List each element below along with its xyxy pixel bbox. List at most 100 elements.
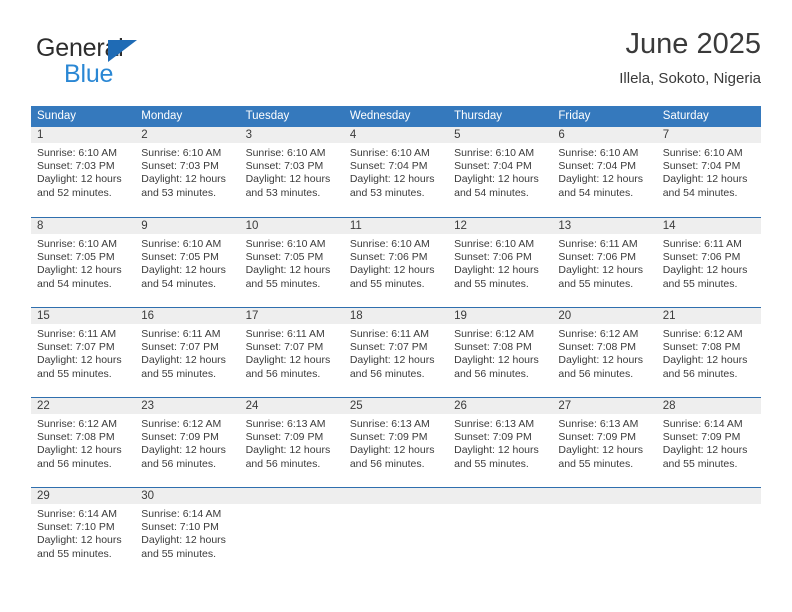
day-cell[interactable]: 15 Sunrise: 6:11 AM Sunset: 7:07 PM Dayl… <box>31 308 136 397</box>
sunset-text: Sunset: 7:09 PM <box>349 431 428 444</box>
sunset-text: Sunset: 7:08 PM <box>454 341 532 354</box>
day-cell[interactable]: 5 Sunrise: 6:10 AM Sunset: 7:04 PM Dayli… <box>448 127 553 217</box>
week-row: 22 Sunrise: 6:12 AM Sunset: 7:08 PM Dayl… <box>31 397 761 487</box>
day-details: Sunrise: 6:11 AM Sunset: 7:07 PM Dayligh… <box>135 324 239 381</box>
day-cell[interactable]: 12 Sunrise: 6:10 AM Sunset: 7:06 PM Dayl… <box>448 218 553 307</box>
daylight-text-line2: and 54 minutes. <box>558 186 634 199</box>
weekday-header-friday: Friday <box>558 110 591 122</box>
daylight-text-line2: and 55 minutes. <box>662 457 738 470</box>
sunrise-text: Sunrise: 6:13 AM <box>349 418 430 430</box>
day-number: 17 <box>239 308 344 324</box>
day-details: Sunrise: 6:14 AM Sunset: 7:10 PM Dayligh… <box>135 504 239 561</box>
day-number: 20 <box>552 308 657 324</box>
sunset-text: Sunset: 7:08 PM <box>558 341 637 354</box>
daylight-text-line1: Daylight: 12 hours <box>37 444 122 457</box>
day-details: Sunrise: 6:13 AM Sunset: 7:09 PM Dayligh… <box>344 414 448 471</box>
day-details: Sunrise: 6:10 AM Sunset: 7:06 PM Dayligh… <box>448 234 552 291</box>
calendar-table: Sunday Monday Tuesday Wednesday Thursday… <box>31 106 761 577</box>
daylight-text-line2: and 56 minutes. <box>662 367 738 380</box>
day-number: 14 <box>656 218 761 234</box>
day-cell[interactable]: 8 Sunrise: 6:10 AM Sunset: 7:05 PM Dayli… <box>31 218 136 307</box>
daylight-text-line1: Daylight: 12 hours <box>454 354 539 367</box>
day-number: 15 <box>31 308 136 324</box>
day-cell[interactable]: 27 Sunrise: 6:13 AM Sunset: 7:09 PM Dayl… <box>552 398 657 487</box>
sunset-text: Sunset: 7:06 PM <box>558 251 637 264</box>
logo-text-blue: Blue <box>64 60 114 88</box>
sunrise-text: Sunrise: 6:14 AM <box>662 418 743 430</box>
sunrise-text: Sunrise: 6:13 AM <box>454 418 535 430</box>
page-title: June 2025 <box>625 28 761 60</box>
sunset-text: Sunset: 7:07 PM <box>349 341 428 354</box>
day-cell[interactable]: 9 Sunrise: 6:10 AM Sunset: 7:05 PM Dayli… <box>135 218 240 307</box>
day-cell[interactable]: 13 Sunrise: 6:11 AM Sunset: 7:06 PM Dayl… <box>552 218 657 307</box>
generalblue-logo[interactable]: General Blue <box>36 34 206 90</box>
calendar-page: General Blue June 2025 Illela, Sokoto, N… <box>0 0 792 612</box>
weekday-header-row: Sunday Monday Tuesday Wednesday Thursday… <box>31 106 761 127</box>
day-number: 24 <box>239 398 344 414</box>
sunset-text: Sunset: 7:10 PM <box>37 521 115 534</box>
day-cell[interactable]: 23 Sunrise: 6:12 AM Sunset: 7:09 PM Dayl… <box>135 398 240 487</box>
sunset-text: Sunset: 7:04 PM <box>558 160 637 173</box>
day-cell[interactable]: 21 Sunrise: 6:12 AM Sunset: 7:08 PM Dayl… <box>656 308 761 397</box>
daylight-text-line2: and 54 minutes. <box>662 186 738 199</box>
day-cell[interactable]: 16 Sunrise: 6:11 AM Sunset: 7:07 PM Dayl… <box>135 308 240 397</box>
sunset-text: Sunset: 7:07 PM <box>245 341 324 354</box>
day-number: 7 <box>656 127 761 143</box>
day-cell[interactable]: 24 Sunrise: 6:13 AM Sunset: 7:09 PM Dayl… <box>239 398 344 487</box>
day-details: Sunrise: 6:12 AM Sunset: 7:09 PM Dayligh… <box>135 414 239 471</box>
day-cell[interactable]: 3 Sunrise: 6:10 AM Sunset: 7:03 PM Dayli… <box>239 127 344 217</box>
day-details: Sunrise: 6:10 AM Sunset: 7:04 PM Dayligh… <box>344 143 448 200</box>
daylight-text-line2: and 54 minutes. <box>454 186 529 199</box>
weekday-header-thursday: Thursday <box>454 110 503 122</box>
day-number: 19 <box>448 308 553 324</box>
sunrise-text: Sunrise: 6:10 AM <box>558 147 639 159</box>
day-cell[interactable]: 1 Sunrise: 6:10 AM Sunset: 7:03 PM Dayli… <box>31 127 136 217</box>
day-number <box>239 488 344 504</box>
day-number: 1 <box>31 127 136 143</box>
sunrise-text: Sunrise: 6:12 AM <box>37 418 117 430</box>
sunrise-text: Sunrise: 6:12 AM <box>454 328 535 340</box>
day-cell[interactable]: 4 Sunrise: 6:10 AM Sunset: 7:04 PM Dayli… <box>343 127 449 217</box>
day-details: Sunrise: 6:13 AM Sunset: 7:09 PM Dayligh… <box>552 414 656 471</box>
location-subtitle: Illela, Sokoto, Nigeria <box>619 70 761 87</box>
day-cell[interactable]: 28 Sunrise: 6:14 AM Sunset: 7:09 PM Dayl… <box>656 398 761 487</box>
day-number: 3 <box>239 127 344 143</box>
day-cell[interactable]: 19 Sunrise: 6:12 AM Sunset: 7:08 PM Dayl… <box>448 308 553 397</box>
day-number: 8 <box>31 218 136 234</box>
day-number: 18 <box>343 308 449 324</box>
day-details: Sunrise: 6:10 AM Sunset: 7:03 PM Dayligh… <box>240 143 344 200</box>
day-cell[interactable]: 18 Sunrise: 6:11 AM Sunset: 7:07 PM Dayl… <box>343 308 449 397</box>
day-cell[interactable]: 22 Sunrise: 6:12 AM Sunset: 7:08 PM Dayl… <box>31 398 136 487</box>
day-cell[interactable]: 17 Sunrise: 6:11 AM Sunset: 7:07 PM Dayl… <box>239 308 344 397</box>
weekday-header-wednesday: Wednesday <box>349 110 411 122</box>
sunset-text: Sunset: 7:09 PM <box>454 431 532 444</box>
day-cell[interactable]: 20 Sunrise: 6:12 AM Sunset: 7:08 PM Dayl… <box>552 308 657 397</box>
daylight-text-line2: and 55 minutes. <box>558 277 634 290</box>
sunset-text: Sunset: 7:07 PM <box>141 341 219 354</box>
day-cell-empty <box>552 488 657 577</box>
day-number <box>552 488 657 504</box>
sunset-text: Sunset: 7:03 PM <box>245 160 324 173</box>
daylight-text-line2: and 56 minutes. <box>141 457 216 470</box>
sunrise-text: Sunrise: 6:11 AM <box>349 328 430 340</box>
day-cell[interactable]: 29 Sunrise: 6:14 AM Sunset: 7:10 PM Dayl… <box>31 488 136 577</box>
day-cell[interactable]: 7 Sunrise: 6:10 AM Sunset: 7:04 PM Dayli… <box>656 127 761 217</box>
week-row: 8 Sunrise: 6:10 AM Sunset: 7:05 PM Dayli… <box>31 217 761 307</box>
day-cell[interactable]: 6 Sunrise: 6:10 AM Sunset: 7:04 PM Dayli… <box>552 127 657 217</box>
sunrise-text: Sunrise: 6:13 AM <box>245 418 326 430</box>
day-details <box>344 504 448 508</box>
day-cell[interactable]: 25 Sunrise: 6:13 AM Sunset: 7:09 PM Dayl… <box>343 398 449 487</box>
day-cell[interactable]: 14 Sunrise: 6:11 AM Sunset: 7:06 PM Dayl… <box>656 218 761 307</box>
day-cell[interactable]: 26 Sunrise: 6:13 AM Sunset: 7:09 PM Dayl… <box>448 398 553 487</box>
day-cell[interactable]: 30 Sunrise: 6:14 AM Sunset: 7:10 PM Dayl… <box>135 488 240 577</box>
day-number: 9 <box>135 218 240 234</box>
daylight-text-line1: Daylight: 12 hours <box>349 173 435 186</box>
weekday-header-sunday: Sunday <box>37 110 77 122</box>
daylight-text-line1: Daylight: 12 hours <box>141 354 226 367</box>
day-cell[interactable]: 11 Sunrise: 6:10 AM Sunset: 7:06 PM Dayl… <box>343 218 449 307</box>
daylight-text-line2: and 53 minutes. <box>141 186 216 199</box>
daylight-text-line1: Daylight: 12 hours <box>558 264 644 277</box>
day-cell[interactable]: 10 Sunrise: 6:10 AM Sunset: 7:05 PM Dayl… <box>239 218 344 307</box>
day-cell[interactable]: 2 Sunrise: 6:10 AM Sunset: 7:03 PM Dayli… <box>135 127 240 217</box>
daylight-text-line2: and 54 minutes. <box>141 277 216 290</box>
